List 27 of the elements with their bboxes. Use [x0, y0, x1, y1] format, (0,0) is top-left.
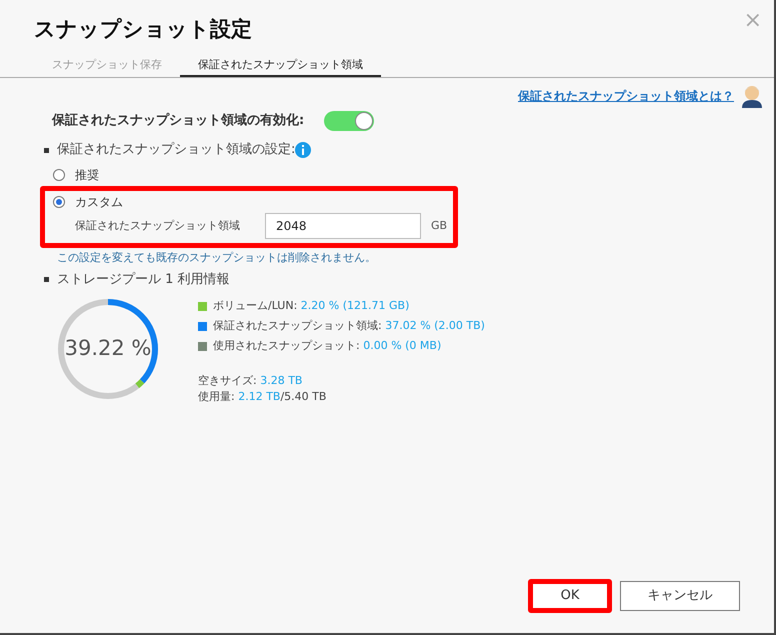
- cancel-button[interactable]: キャンセル: [620, 581, 740, 611]
- settings-heading: 保証されたスナップショット領域の設定:: [57, 141, 296, 160]
- dialog-title: スナップショット設定: [34, 16, 252, 43]
- option-label: 推奨: [75, 167, 99, 184]
- free-size-text: 空きサイズ: 3.28 TB: [198, 372, 304, 388]
- size-input[interactable]: 2048: [265, 213, 421, 239]
- donut-percentage: 39.22 %: [64, 334, 152, 362]
- used-size-text: 使用量: 2.12 TB/5.40 TB: [198, 389, 328, 405]
- usage-heading: ストレージプール 1 利用情報: [57, 270, 230, 289]
- bullet-icon: [44, 148, 49, 152]
- legend-text: ボリューム/LUN: 2.20 % (121.71 GB): [213, 298, 410, 314]
- info-icon[interactable]: [295, 142, 312, 158]
- note-text: この設定を変えても既存のスナップショットは削除されません。: [56, 250, 377, 266]
- toggle-switch[interactable]: [324, 111, 374, 131]
- field-label: 保証されたスナップショット領域: [75, 218, 241, 234]
- tab[interactable]: 保証されたスナップショット領域: [180, 56, 381, 77]
- help-link[interactable]: 保証されたスナップショット領域とは？: [518, 87, 734, 105]
- legend-text: 使用されたスナップショット: 0.00 % (0 MB): [213, 338, 442, 354]
- ok-button[interactable]: OK: [528, 579, 612, 613]
- legend-text: 保証されたスナップショット領域: 37.02 % (2.00 TB): [213, 318, 485, 334]
- bullet-icon: [44, 277, 49, 282]
- radio-button[interactable]: [53, 196, 65, 208]
- radio-button[interactable]: [53, 169, 65, 181]
- unit-label: GB: [431, 218, 448, 234]
- avatar-icon[interactable]: [740, 84, 764, 108]
- option-label: カスタム: [75, 194, 123, 211]
- enable-label: 保証されたスナップショット領域の有効化:: [52, 112, 304, 130]
